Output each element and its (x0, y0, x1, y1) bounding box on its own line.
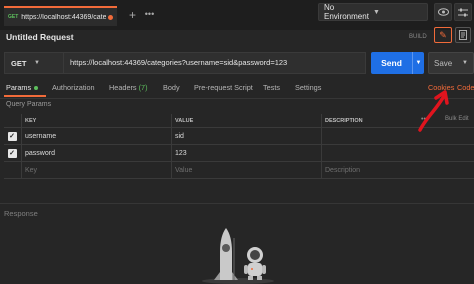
checkbox-checked-icon: ✓ (7, 148, 17, 158)
new-key-input[interactable]: Key (21, 162, 171, 178)
response-divider (0, 203, 474, 204)
method-value: GET (11, 58, 27, 68)
tab-more-button[interactable]: ••• (142, 8, 157, 23)
param-key[interactable]: username (21, 128, 171, 144)
tab-url: https://localhost:44369/categor... (21, 13, 106, 21)
tab-headers-label: Headers (109, 83, 137, 92)
tab-headers[interactable]: Headers (7) (109, 83, 148, 92)
request-title[interactable]: Untitled Request (6, 32, 74, 42)
tab-params-label: Params (6, 83, 32, 92)
tab-body[interactable]: Body (163, 83, 180, 92)
chevron-down-icon: ▼ (373, 8, 380, 16)
method-select[interactable]: GET ▼ (4, 52, 64, 74)
astronaut-illustration (202, 228, 274, 284)
edit-button[interactable]: ✎ (434, 27, 452, 43)
row-checkbox[interactable]: ✓ (4, 128, 20, 144)
param-value[interactable]: sid (171, 128, 321, 144)
build-label: BUILD (409, 34, 427, 40)
red-arrow-annotation-icon (418, 90, 449, 132)
checkbox-checked-icon: ✓ (7, 131, 17, 141)
active-dot-icon (34, 86, 39, 91)
code-link[interactable]: Code (457, 83, 474, 92)
url-input[interactable]: https://localhost:44369/categories?usern… (64, 52, 366, 74)
sliders-icon (458, 8, 468, 17)
tabs-divider (0, 98, 474, 99)
new-value-input[interactable]: Value (171, 162, 321, 178)
query-params-title: Query Params (6, 101, 52, 108)
table-row: ✓ username sid (4, 128, 474, 145)
column-header-key: KEY (21, 114, 171, 127)
params-table: KEY VALUE DESCRIPTION ✓ username sid ✓ p… (4, 114, 474, 179)
chevron-down-icon: ▼ (462, 60, 468, 66)
save-button[interactable]: Save ▼ (428, 52, 474, 74)
tab-params[interactable]: Params (6, 83, 39, 92)
param-key[interactable]: password (21, 145, 171, 161)
param-description[interactable] (321, 145, 474, 161)
tab-settings[interactable]: Settings (295, 83, 321, 92)
new-tab-button[interactable]: + (125, 8, 140, 23)
param-value[interactable]: 123 (171, 145, 321, 161)
column-header-value: VALUE (171, 114, 321, 127)
tab-authorization[interactable]: Authorization (52, 83, 95, 92)
environment-quick-look-button[interactable] (434, 3, 452, 21)
chevron-down-icon[interactable]: ▼ (412, 52, 424, 74)
table-row-new: Key Value Description (4, 162, 474, 179)
tab-tests[interactable]: Tests (263, 83, 280, 92)
pencil-icon: ✎ (439, 30, 447, 40)
environment-value: No Environment (324, 3, 369, 21)
tab-method: GET (8, 14, 19, 20)
send-label: Send (381, 58, 402, 68)
chevron-down-icon: ▼ (34, 60, 40, 66)
header-check-cell (4, 114, 20, 127)
active-tab-indicator (4, 95, 46, 97)
tab-pre-request-script[interactable]: Pre-request Script (194, 83, 253, 92)
row-checkbox[interactable]: ✓ (4, 145, 20, 161)
manage-environments-button[interactable] (454, 3, 472, 21)
new-description-input[interactable]: Description (321, 162, 474, 178)
save-label: Save (434, 58, 453, 68)
response-label: Response (4, 209, 38, 218)
unsaved-dot-icon (108, 14, 113, 20)
eye-icon (437, 8, 449, 16)
send-button[interactable]: Send ▼ (371, 52, 424, 74)
table-row: ✓ password 123 (4, 145, 474, 162)
documentation-button[interactable] (455, 27, 471, 43)
headers-count: (7) (138, 83, 148, 92)
request-tab[interactable]: GET https://localhost:44369/categor... (4, 6, 117, 26)
table-header-row: KEY VALUE DESCRIPTION (4, 114, 474, 128)
document-icon (459, 30, 467, 40)
row-checkbox-empty (4, 162, 20, 178)
environment-select[interactable]: No Environment ▼ (318, 3, 428, 21)
